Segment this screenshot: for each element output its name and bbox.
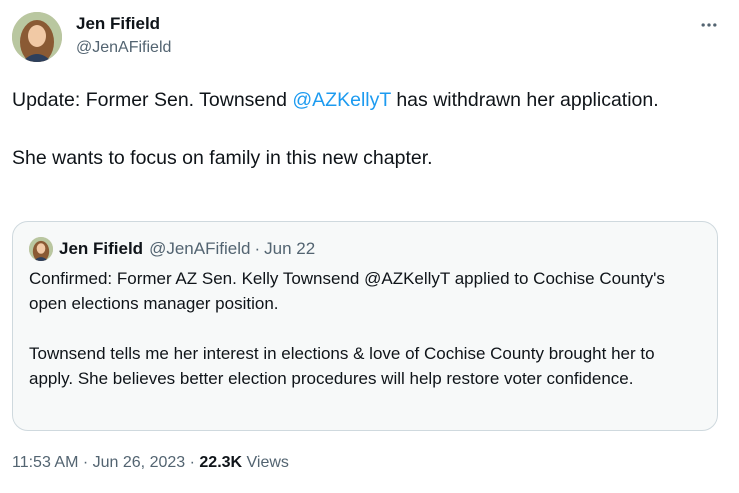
tweet-time: 11:53 AM [12,454,79,471]
author-name[interactable]: Jen Fifield [76,14,160,34]
tweet-time-link[interactable]: 11:53 AM · Jun 26, 2023 [12,454,185,471]
tweet-text: Update: Former Sen. Townsend @AZKellyT h… [12,86,712,173]
quoted-paragraph-2: Townsend tells me her interest in electi… [29,344,655,388]
mention-link[interactable]: @AZKellyT [292,89,391,111]
author-avatar[interactable] [12,12,62,62]
quoted-author-handle: @JenAFifield [149,239,251,258]
tweet-paragraph-2: She wants to focus on family in this new… [12,147,433,169]
tweet-metadata: 11:53 AM · Jun 26, 2023 · 22.3K Views [12,454,289,472]
author-handle[interactable]: @JenAFifield [76,39,171,57]
more-options-button[interactable] [694,10,724,40]
tweet-paragraph-1: Update: Former Sen. Townsend @AZKellyT h… [12,86,712,115]
views-count: 22.3K [199,454,243,471]
quoted-author-avatar [29,237,53,261]
separator-dot: · [78,454,93,471]
quoted-tweet[interactable]: Jen Fifield @JenAFifield · Jun 22 Confir… [12,221,718,431]
more-horizontal-icon [701,23,717,27]
separator-dot: · [254,239,261,258]
tweet-text-part: has withdrawn her application. [390,89,659,111]
separator-dot: · [185,454,200,471]
quoted-author-name: Jen Fifield [59,239,144,258]
views-link[interactable]: 22.3K Views [199,454,289,471]
quoted-tweet-text: Confirmed: Former AZ Sen. Kelly Townsend… [29,266,701,391]
tweet-date: Jun 26, 2023 [92,454,186,471]
quoted-paragraph-1: Confirmed: Former AZ Sen. Kelly Townsend… [29,269,665,313]
views-label: Views [242,454,289,471]
tweet-text-part: Update: Former Sen. Townsend [12,89,293,111]
quoted-tweet-date: Jun 22 [264,239,316,258]
quoted-tweet-header: Jen Fifield @JenAFifield · Jun 22 [29,237,315,261]
